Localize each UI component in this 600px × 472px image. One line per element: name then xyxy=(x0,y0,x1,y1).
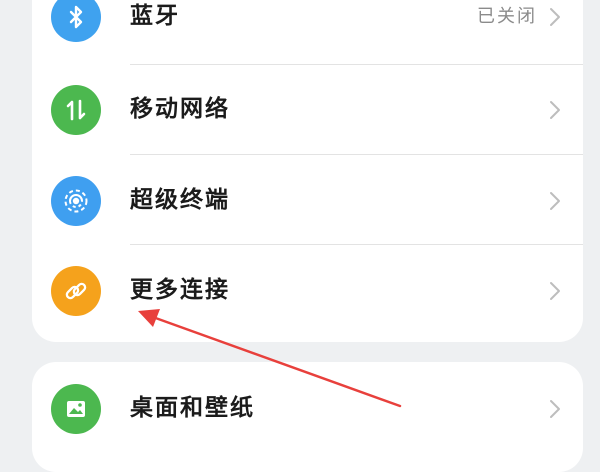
bluetooth-status: 已关闭 xyxy=(477,6,537,27)
chevron-right-icon xyxy=(550,8,560,26)
super-device-icon xyxy=(51,176,101,226)
chevron-right-icon xyxy=(550,400,560,418)
link-icon xyxy=(51,266,101,316)
settings-item-mobile-network[interactable]: 移动网络 xyxy=(32,63,583,153)
settings-item-bluetooth[interactable]: 蓝牙 已关闭 xyxy=(32,0,583,60)
mobile-network-icon xyxy=(51,85,101,135)
settings-item-wallpaper[interactable]: 桌面和壁纸 xyxy=(32,362,583,452)
chevron-right-icon xyxy=(550,282,560,300)
bluetooth-icon xyxy=(51,0,101,42)
wallpaper-label: 桌面和壁纸 xyxy=(130,395,255,421)
wallpaper-icon xyxy=(51,384,101,434)
super-device-label: 超级终端 xyxy=(130,187,230,213)
mobile-network-label: 移动网络 xyxy=(130,96,230,122)
more-connections-label: 更多连接 xyxy=(130,277,230,303)
chevron-right-icon xyxy=(550,101,560,119)
settings-item-more-connections[interactable]: 更多连接 xyxy=(32,244,583,334)
connections-card: 蓝牙 已关闭 移动网络 超级终端 更多连接 xyxy=(32,0,583,342)
settings-item-super-device[interactable]: 超级终端 xyxy=(32,154,583,244)
bluetooth-label: 蓝牙 xyxy=(130,3,180,29)
chevron-right-icon xyxy=(550,192,560,210)
display-card: 桌面和壁纸 xyxy=(32,362,583,472)
